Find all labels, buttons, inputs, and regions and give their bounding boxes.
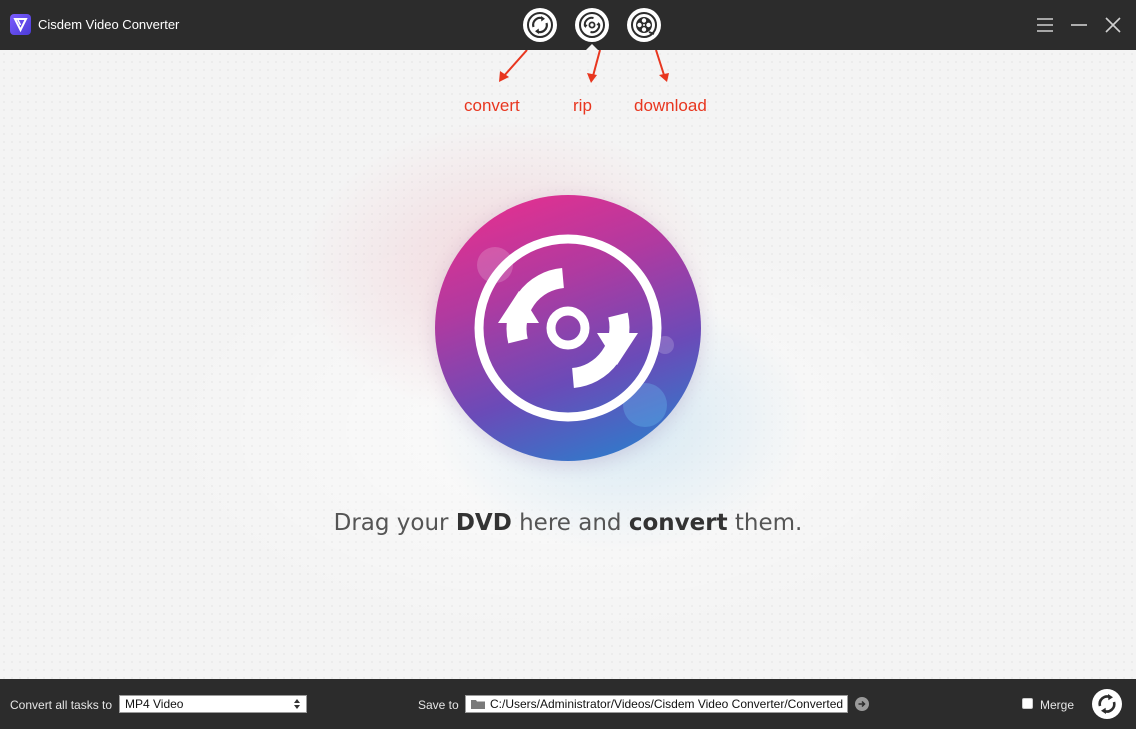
bottom-bar: Convert all tasks to MP4 Video Save to C… xyxy=(0,679,1136,729)
film-reel-icon xyxy=(631,12,657,38)
title-bar: Cisdem Video Converter xyxy=(0,0,1136,50)
merge-label: Merge xyxy=(1040,698,1075,712)
minimize-button[interactable] xyxy=(1067,13,1091,37)
convert-arrows-icon xyxy=(527,12,553,38)
add-dvd-button[interactable] xyxy=(435,195,701,461)
disc-rip-icon xyxy=(579,12,605,38)
annotation-arrows xyxy=(499,50,669,83)
rip-annotation: rip xyxy=(573,96,592,115)
output-format-value: MP4 Video xyxy=(125,697,184,711)
arrow-right-icon xyxy=(858,700,866,708)
convert-mode-button[interactable] xyxy=(523,8,557,42)
convert-all-button[interactable] xyxy=(1092,689,1122,719)
open-folder-button[interactable] xyxy=(855,697,869,711)
minimize-icon xyxy=(1071,24,1087,26)
download-annotation: download xyxy=(634,96,707,115)
convert-annotation: convert xyxy=(464,96,520,115)
drop-area[interactable]: convert rip download Drag your DVD here … xyxy=(0,50,1136,679)
merge-checkbox[interactable] xyxy=(1022,698,1033,709)
save-path-value: C:/Users/Administrator/Videos/Cisdem Vid… xyxy=(490,697,844,711)
hamburger-menu-icon xyxy=(1037,18,1053,32)
close-icon xyxy=(1105,17,1121,33)
menu-button[interactable] xyxy=(1033,13,1057,37)
select-arrows-icon xyxy=(294,699,300,709)
save-to-label: Save to xyxy=(418,698,459,712)
close-button[interactable] xyxy=(1101,13,1125,37)
convert-all-label: Convert all tasks to xyxy=(10,698,113,712)
disc-convert-icon xyxy=(474,234,674,427)
folder-icon xyxy=(471,700,485,709)
drop-hint-text: Drag your DVD here and convert them. xyxy=(333,510,803,536)
convert-arrows-icon xyxy=(1098,694,1116,714)
app-title: Cisdem Video Converter xyxy=(38,17,180,32)
download-mode-button[interactable] xyxy=(627,8,661,42)
output-format-select[interactable]: MP4 Video xyxy=(119,695,307,713)
save-path-field[interactable]: C:/Users/Administrator/Videos/Cisdem Vid… xyxy=(465,695,848,713)
rip-mode-button[interactable] xyxy=(575,8,609,42)
cisdem-logo-icon xyxy=(10,14,31,35)
